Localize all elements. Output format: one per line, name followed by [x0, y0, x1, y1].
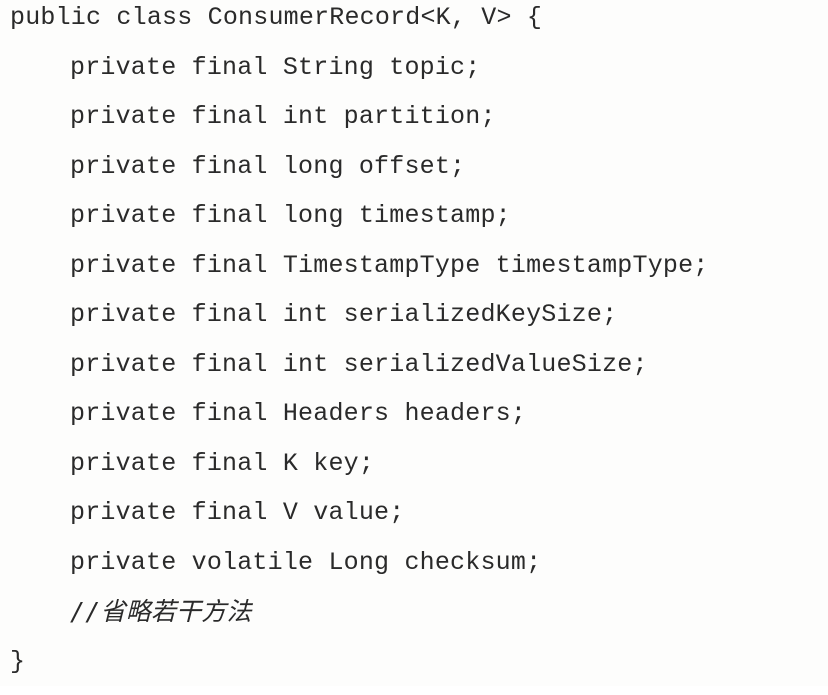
- field-line-key: private final K key;: [10, 448, 822, 498]
- field-line-partition: private final int partition;: [10, 101, 822, 151]
- field-line-value: private final V value;: [10, 497, 822, 547]
- field-line-offset: private final long offset;: [10, 151, 822, 201]
- field-line-timestamp: private final long timestamp;: [10, 200, 822, 250]
- document-page: public class ConsumerRecord<K, V> { priv…: [0, 0, 828, 686]
- field-line-headers: private final Headers headers;: [10, 398, 822, 448]
- field-line-serialized-key-size: private final int serializedKeySize;: [10, 299, 822, 349]
- field-line-checksum: private volatile Long checksum;: [10, 547, 822, 597]
- code-comment: //省略若干方法: [10, 596, 822, 646]
- class-declaration-line: public class ConsumerRecord<K, V> {: [10, 2, 822, 52]
- field-line-serialized-value-size: private final int serializedValueSize;: [10, 349, 822, 399]
- field-line-timestamp-type: private final TimestampType timestampTyp…: [10, 250, 822, 300]
- code-listing: public class ConsumerRecord<K, V> { priv…: [10, 2, 822, 695]
- field-line-topic: private final String topic;: [10, 52, 822, 102]
- closing-brace: }: [10, 646, 822, 695]
